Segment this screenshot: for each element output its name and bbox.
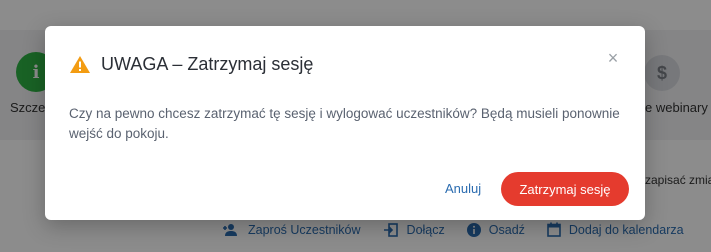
cancel-button[interactable]: Anuluj [445,181,481,196]
stop-session-dialog: UWAGA – Zatrzymaj sesję × Czy na pewno c… [45,26,645,220]
stop-session-button[interactable]: Zatrzymaj sesję [501,172,629,206]
dialog-message: Czy na pewno chcesz zatrzymać tę sesję i… [69,106,620,141]
warning-triangle-icon [70,56,90,73]
dialog-header: UWAGA – Zatrzymaj sesję [69,54,313,75]
close-icon[interactable]: × [605,49,621,67]
dialog-title: UWAGA – Zatrzymaj sesję [101,54,314,74]
